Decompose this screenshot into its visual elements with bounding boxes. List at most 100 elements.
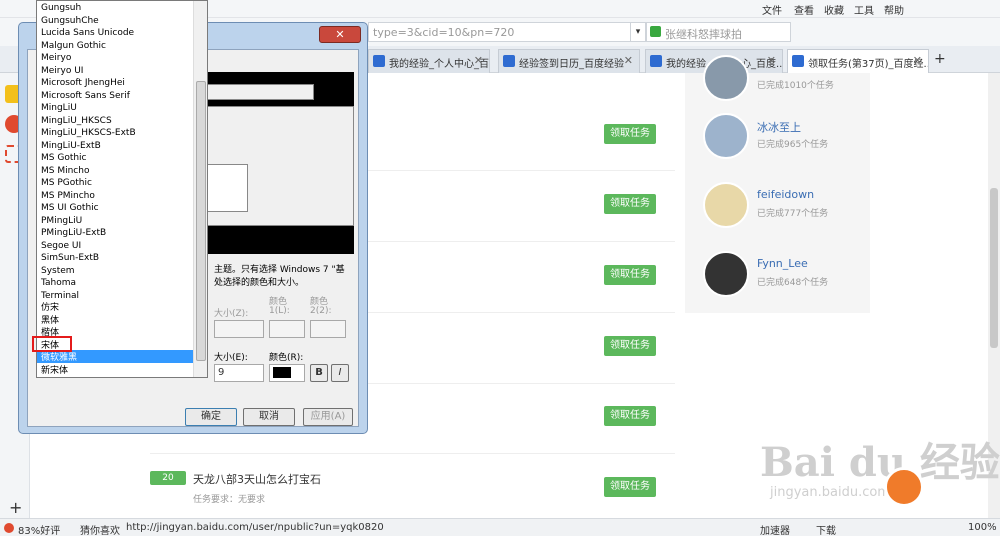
size-label-disabled: 大小(Z): [214,309,249,319]
status-accelerator[interactable]: 加速器 [760,522,790,537]
list-scrollbar[interactable] [193,1,207,377]
tab-checkin[interactable]: 经验签到日历_百度经验 ✕ [498,49,640,73]
ok-button[interactable]: 确定 [185,408,237,426]
font-option[interactable]: MS PGothic [41,177,92,189]
search-input[interactable]: 张继科怒摔球拍 [646,22,791,42]
user-card[interactable]: feifeidown 已完成777个任务 [685,182,870,242]
claim-task-button[interactable]: 领取任务 [604,477,656,497]
font-option[interactable]: Microsoft Sans Serif [41,90,130,102]
close-icon[interactable]: ✕ [913,54,922,67]
font-option[interactable]: Meiryo [41,52,71,64]
font-color-select[interactable] [269,364,305,382]
font-size-select[interactable]: 9 [214,364,264,382]
status-bar: 83%好评 猜你喜欢 http://jingyan.baidu.com/user… [0,518,1000,537]
menu-help[interactable]: 帮助 [884,2,904,17]
font-option[interactable]: Microsoft JhengHei [41,77,125,89]
claim-task-button[interactable]: 领取任务 [604,124,656,144]
font-option[interactable]: PMingLiU [41,215,82,227]
menu-view[interactable]: 查看 [794,2,814,17]
font-option[interactable]: PMingLiU-ExtB [41,227,106,239]
font-dropdown-list[interactable]: Gungsuh GungsuhChe Lucida Sans Unicode Malg… [36,0,208,378]
font-option[interactable]: Gungsuh [41,2,81,14]
rating-icon [4,523,14,533]
font-option[interactable]: MingLiU [41,102,77,114]
color-label: 颜色(R): [269,353,304,363]
font-option[interactable]: Segoe UI [41,240,81,252]
claim-task-button[interactable]: 领取任务 [604,406,656,426]
user-name[interactable]: feifeidown [757,188,814,201]
font-option[interactable]: 微软雅黑 [41,352,77,364]
task-title[interactable]: 天龙八部3天山怎么打宝石 [193,471,321,487]
font-option[interactable]: 新宋体 [41,365,68,377]
scrollbar-thumb[interactable] [990,188,998,348]
dialog-description: 处选择的颜色和大小。 [214,278,305,288]
font-option[interactable]: GungsuhChe [41,15,99,27]
user-name[interactable]: 冰冰至上 [757,119,801,135]
tab-label: 经验签到日历_百度经验 [519,59,624,70]
size-label: 大小(E): [214,353,248,363]
user-card[interactable]: 已完成1010个任务 [685,53,870,113]
font-option[interactable]: Malgun Gothic [41,40,106,52]
user-name[interactable]: Fynn_Lee [757,257,808,270]
user-stats: 已完成777个任务 [757,209,829,219]
color2-select-disabled [310,320,346,338]
font-option[interactable]: MS UI Gothic [41,202,99,214]
divider [150,453,675,454]
status-zoom[interactable]: 100% [968,522,997,533]
cancel-button[interactable]: 取消 [243,408,295,426]
address-bar[interactable]: type=3&cid=10&pn=720 [368,22,630,42]
status-guess[interactable]: 猜你喜欢 [80,522,120,537]
close-icon[interactable]: ✕ [474,54,483,67]
claim-task-button[interactable]: 领取任务 [604,336,656,356]
font-option[interactable]: MS Gothic [41,152,87,164]
font-option[interactable]: System [41,265,75,277]
task-requirement: 任务要求：无要求 [193,495,266,505]
search-icon [650,26,661,37]
menu-tools[interactable]: 工具 [854,2,874,17]
top-users-panel: 已完成1010个任务 冰冰至上 已完成965个任务 feifeidown 已完成… [685,55,870,313]
avatar [703,251,749,297]
user-card[interactable]: 冰冰至上 已完成965个任务 [685,113,870,173]
status-rating[interactable]: 83%好评 [18,522,60,537]
font-option[interactable]: Tahoma [41,277,76,289]
font-option[interactable]: MS PMincho [41,190,95,202]
font-option[interactable]: MingLiU-ExtB [41,140,101,152]
font-option[interactable]: MingLiU_HKSCS [41,115,112,127]
italic-button[interactable]: I [331,364,349,382]
status-link: http://jingyan.baidu.com/user/npublic?un… [126,522,384,533]
status-download[interactable]: 下载 [816,522,836,537]
close-button[interactable]: ✕ [319,26,361,43]
new-tab-icon[interactable]: + [934,51,946,67]
user-card[interactable]: Fynn_Lee 已完成648个任务 [685,251,870,311]
claim-task-button[interactable]: 领取任务 [604,194,656,214]
color1-label: 1(L): [269,306,290,316]
font-option[interactable]: 黑体 [41,315,59,327]
tab-my-experience-1[interactable]: 我的经验_个人中心_百度...✕ [368,49,490,73]
font-option[interactable]: Meiryo UI [41,65,83,77]
chevron-down-icon[interactable]: ▾ [630,22,646,42]
bold-button[interactable]: B [310,364,328,382]
font-option[interactable]: SimSun-ExtB [41,252,99,264]
watermark-url: jingyan.baidu.com [770,485,890,500]
avatar [703,55,749,101]
font-option[interactable]: Terminal [41,290,79,302]
scrollbar-thumb[interactable] [196,81,206,361]
menu-favorites[interactable]: 收藏 [824,2,844,17]
font-option[interactable]: Lucida Sans Unicode [41,27,134,39]
avatar [703,113,749,159]
font-option[interactable]: MS Mincho [41,165,89,177]
color1-select-disabled [269,320,305,338]
dialog-description: 主题。只有选择 Windows 7 "基 [214,265,345,275]
font-option[interactable]: MingLiU_HKSCS-ExtB [41,127,136,139]
font-option[interactable]: 仿宋 [41,302,59,314]
reward-badge: 20 [150,471,186,485]
highlight-box [32,336,72,352]
menu-file[interactable]: 文件 [762,2,782,17]
watermark: Bai du 经验 [760,439,1000,486]
speed-ball-icon[interactable] [884,467,924,507]
add-icon[interactable]: + [9,498,22,517]
size-stepper-disabled [214,320,264,338]
close-icon[interactable]: ✕ [624,54,633,67]
claim-task-button[interactable]: 领取任务 [604,265,656,285]
paw-icon [503,55,515,67]
